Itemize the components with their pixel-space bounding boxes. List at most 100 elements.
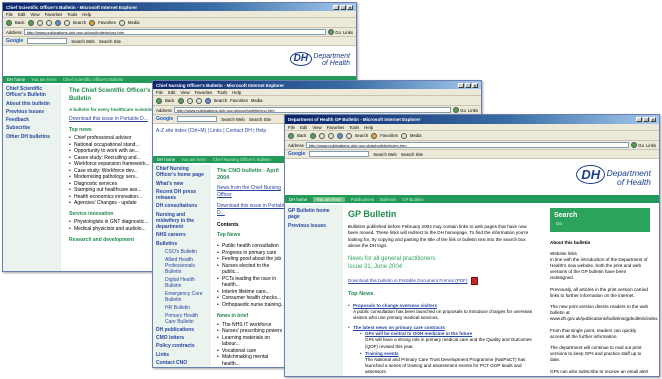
forward-icon[interactable] bbox=[27, 19, 34, 26]
list-item[interactable]: Orthopaedic nurse training... bbox=[217, 302, 287, 309]
sidebar-subitem[interactable]: CSO's Bulletin bbox=[153, 248, 211, 256]
stop-icon[interactable] bbox=[318, 132, 325, 139]
menu-edit[interactable]: Edit bbox=[300, 125, 307, 130]
menu-help[interactable]: Help bbox=[232, 90, 241, 95]
back-button[interactable]: Back bbox=[297, 133, 307, 138]
sidebar-item[interactable]: Policy contracts bbox=[153, 342, 211, 350]
menu-file[interactable]: File bbox=[156, 90, 163, 95]
nav-bulletins[interactable]: Bulletins bbox=[380, 197, 396, 202]
sub-news-title[interactable]: GPs will be central to OOH medicine in t… bbox=[360, 331, 536, 337]
back-button[interactable]: Back bbox=[165, 98, 175, 103]
menu-tools[interactable]: Tools bbox=[217, 90, 227, 95]
nav-dh-home[interactable]: DH home bbox=[157, 157, 175, 162]
address-input[interactable]: http://www.publications.doh.gov.uk/gpbul… bbox=[305, 142, 630, 148]
menu-help[interactable]: Help bbox=[82, 12, 91, 17]
media-button[interactable]: Media bbox=[410, 133, 422, 138]
news-title[interactable]: Proposals to change overseas visitors bbox=[348, 303, 536, 309]
list-item[interactable]: PCTs leading the race in health... bbox=[217, 276, 287, 289]
list-item[interactable]: Agencies' Changes - update bbox=[69, 200, 159, 207]
refresh-icon[interactable] bbox=[45, 19, 52, 26]
download-link[interactable]: Download this issue in Portable D... bbox=[69, 116, 159, 123]
footer-links[interactable]: A-Z site index (Ctrl+M) | Links | Contac… bbox=[156, 128, 266, 134]
menu-edit[interactable]: Edit bbox=[18, 12, 25, 17]
menu-view[interactable]: View bbox=[30, 12, 39, 17]
favorites-button[interactable]: Favorites bbox=[230, 98, 248, 103]
sidebar-item[interactable]: Chief Scientific Officer's Bulletin bbox=[3, 85, 61, 100]
refresh-icon[interactable] bbox=[327, 132, 334, 139]
nav-dh-home[interactable]: DH home bbox=[7, 77, 25, 82]
list-item[interactable]: Learning materials on labour... bbox=[217, 335, 287, 348]
menu-view[interactable]: View bbox=[180, 90, 189, 95]
nav-dh-home[interactable]: DH home bbox=[289, 197, 307, 202]
sidebar-item[interactable]: What's new bbox=[153, 180, 211, 188]
sidebar-item[interactable]: GP Bulletin home page bbox=[285, 207, 343, 222]
sidebar-item[interactable]: About this bulletin bbox=[3, 100, 61, 108]
google-search-input[interactable] bbox=[27, 38, 68, 44]
sidebar-subitem[interactable]: Primary Health Care Bulletin bbox=[153, 312, 211, 326]
sidebar-item[interactable]: Previous issues bbox=[285, 222, 343, 230]
favorites-button[interactable]: Favorites bbox=[380, 133, 398, 138]
address-input[interactable]: http://www.publications.doh.gov.uk/cno/b… bbox=[173, 107, 452, 113]
sidebar-item[interactable]: NHS careers bbox=[153, 231, 211, 239]
minimize-button[interactable]: _ bbox=[333, 4, 339, 10]
maximize-button[interactable]: □ bbox=[465, 82, 471, 88]
menu-tools[interactable]: Tools bbox=[349, 125, 359, 130]
google-search-site-button[interactable]: Search Site bbox=[249, 117, 271, 122]
sidebar-item[interactable]: Previous issues bbox=[3, 108, 61, 116]
menu-help[interactable]: Help bbox=[364, 125, 373, 130]
close-button[interactable]: × bbox=[650, 117, 656, 122]
favorites-button[interactable]: Favorites bbox=[98, 20, 116, 25]
titlebar[interactable]: Department of Health GP Bulletin - Micro… bbox=[285, 115, 659, 124]
go-button[interactable]: Go bbox=[328, 29, 341, 35]
links-button[interactable]: Links bbox=[343, 30, 353, 35]
menu-favorites[interactable]: Favorites bbox=[45, 12, 63, 17]
list-item[interactable]: Nurses elected to the public... bbox=[217, 263, 287, 276]
sidebar-item[interactable]: Other DH bulletins bbox=[3, 133, 61, 141]
go-button[interactable]: Go bbox=[453, 107, 466, 113]
search-go-button[interactable]: Go bbox=[554, 220, 564, 228]
sidebar-subitem[interactable]: Digital Health Bulletin bbox=[153, 276, 211, 290]
sidebar-item[interactable]: Chief Nursing Officer's home page bbox=[153, 165, 211, 180]
go-button[interactable]: Go bbox=[631, 142, 644, 148]
google-search-input[interactable] bbox=[309, 151, 370, 157]
search-button[interactable]: Search bbox=[214, 98, 228, 103]
home-icon[interactable] bbox=[336, 132, 343, 139]
stop-icon[interactable] bbox=[186, 97, 193, 104]
refresh-icon[interactable] bbox=[195, 97, 202, 104]
menu-file[interactable]: File bbox=[6, 12, 13, 17]
sidebar-item[interactable]: Bulletins bbox=[153, 240, 211, 248]
google-search-web-button[interactable]: Search Web bbox=[373, 152, 397, 157]
menu-tools[interactable]: Tools bbox=[67, 12, 77, 17]
menu-favorites[interactable]: Favorites bbox=[327, 125, 345, 130]
links-button[interactable]: Links bbox=[468, 108, 478, 113]
home-icon[interactable] bbox=[204, 97, 211, 104]
back-icon[interactable] bbox=[288, 132, 294, 139]
nav-current[interactable]: GP Bulletin bbox=[402, 197, 423, 202]
media-button[interactable]: Media bbox=[128, 20, 140, 25]
minimize-button[interactable]: _ bbox=[458, 82, 464, 88]
sidebar-item[interactable]: CMO letters bbox=[153, 334, 211, 342]
maximize-button[interactable]: □ bbox=[643, 117, 649, 122]
sub-news-title[interactable]: Training events bbox=[360, 351, 536, 357]
maximize-button[interactable]: □ bbox=[340, 4, 346, 10]
list-item[interactable]: Medical physicists and audiolo... bbox=[69, 226, 159, 233]
menu-file[interactable]: File bbox=[288, 125, 295, 130]
google-search-site-button[interactable]: Search Site bbox=[99, 39, 121, 44]
google-search-input[interactable] bbox=[177, 116, 218, 122]
sidebar-subitem[interactable]: Emergency Care Bulletin bbox=[153, 290, 211, 304]
minimize-button[interactable]: _ bbox=[636, 117, 642, 122]
nav-current[interactable]: Chief Nursing Officer's Bulletin bbox=[213, 157, 271, 162]
download-pdf-link[interactable]: Download this bulletin in Portable Docum… bbox=[348, 278, 468, 284]
list-item[interactable]: Matchmaking mental health... bbox=[217, 354, 287, 367]
back-icon[interactable] bbox=[6, 19, 12, 26]
download-link[interactable]: Download this issue in Portable D... bbox=[217, 203, 287, 216]
nav-current[interactable]: Chief Scientific Officer's Bulletin bbox=[63, 77, 123, 82]
media-button[interactable]: Media bbox=[251, 98, 263, 103]
google-search-web-button[interactable]: Search Web bbox=[71, 39, 95, 44]
titlebar[interactable]: Chief Scientific Officer's Bulletin - Mi… bbox=[3, 3, 356, 11]
close-button[interactable]: × bbox=[472, 82, 478, 88]
google-search-site-button[interactable]: Search Site bbox=[401, 152, 423, 157]
sidebar-subitem[interactable]: HR Bulletin bbox=[153, 304, 211, 312]
google-search-web-button[interactable]: Search Web bbox=[221, 117, 245, 122]
home-icon[interactable] bbox=[54, 19, 61, 26]
